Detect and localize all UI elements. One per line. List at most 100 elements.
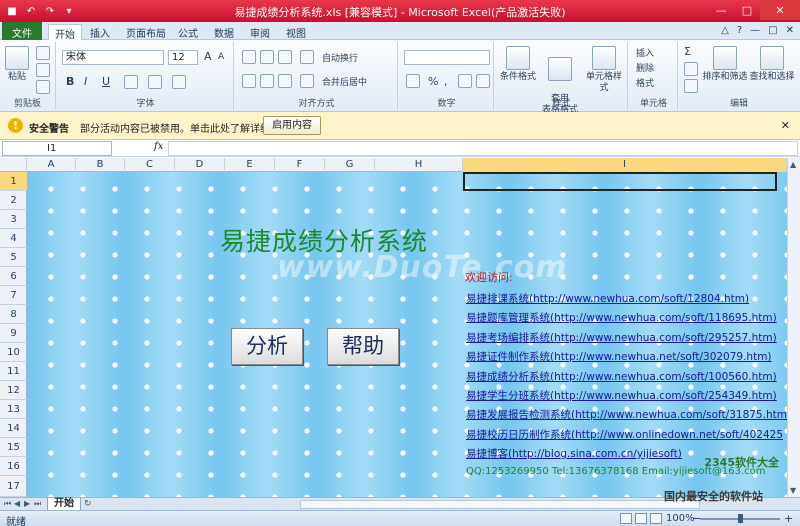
vertical-scrollbar[interactable]: ▲ ▼ (787, 158, 800, 497)
tab-insert[interactable]: 插入 (84, 24, 116, 40)
find-select-button[interactable]: 查找和选择 (748, 46, 796, 83)
column-header-selected[interactable]: I (463, 158, 787, 172)
borders-icon[interactable] (124, 75, 138, 89)
link-certificate[interactable]: 易捷证件制作系统(http://www.newhua.net/soft/3020… (466, 349, 772, 364)
tab-data[interactable]: 数据 (208, 24, 240, 40)
page-break-view-icon[interactable] (650, 513, 662, 524)
minimize-button[interactable]: — (708, 0, 734, 20)
row-header[interactable]: 13 (0, 400, 27, 419)
row-header[interactable]: 5 (0, 248, 27, 267)
column-header[interactable]: A (27, 158, 76, 172)
row-header[interactable]: 9 (0, 324, 27, 343)
tab-view[interactable]: 视图 (280, 24, 312, 40)
align-top-icon[interactable] (242, 50, 256, 64)
workbook-restore-icon[interactable]: □ (768, 25, 777, 36)
enable-content-button[interactable]: 启用内容 (263, 116, 321, 135)
align-bottom-icon[interactable] (278, 50, 292, 64)
row-header[interactable]: 14 (0, 419, 27, 438)
row-header[interactable]: 2 (0, 191, 27, 210)
link-blog[interactable]: 易捷博客(http://blog.sina.com.cn/yijiesoft) (466, 446, 682, 461)
column-header[interactable]: C (125, 158, 175, 172)
paste-button[interactable]: 粘贴 (2, 46, 32, 83)
close-warning-icon[interactable]: ✕ (781, 119, 790, 132)
insert-function-icon[interactable]: fx (154, 141, 163, 152)
currency-icon[interactable] (406, 74, 420, 88)
row-header[interactable]: 16 (0, 457, 27, 476)
cell-styles-button[interactable]: 单元格样式 (582, 46, 626, 94)
page-layout-view-icon[interactable] (635, 513, 647, 524)
insert-cells-button[interactable]: 插入 (636, 46, 654, 59)
row-header[interactable]: 7 (0, 286, 27, 305)
align-center-icon[interactable] (260, 74, 274, 88)
prev-sheet-icon[interactable]: ◀ (14, 499, 20, 508)
align-right-icon[interactable] (278, 74, 292, 88)
selected-cell-i1[interactable] (463, 172, 777, 191)
tab-home[interactable]: 开始 (48, 24, 82, 41)
percent-button[interactable]: % (428, 75, 438, 88)
row-header[interactable]: 17 (0, 476, 27, 497)
workbook-minimize-icon[interactable]: — (750, 25, 760, 36)
row-header[interactable]: 12 (0, 381, 27, 400)
format-painter-icon[interactable] (36, 80, 50, 94)
last-sheet-icon[interactable]: ⏭ (34, 499, 41, 509)
maximize-button[interactable]: □ (734, 0, 760, 20)
bold-button[interactable]: B (66, 75, 74, 88)
autosum-icon[interactable]: Σ (684, 45, 691, 58)
insert-sheet-icon[interactable]: ↻ (84, 499, 92, 509)
row-header[interactable]: 6 (0, 267, 27, 286)
column-header[interactable]: D (175, 158, 225, 172)
analyze-button[interactable]: 分析 (231, 328, 303, 365)
name-box[interactable]: I1 (2, 141, 112, 156)
next-sheet-icon[interactable]: ▶ (24, 499, 30, 508)
formula-input[interactable] (168, 141, 798, 156)
italic-button[interactable]: I (84, 75, 87, 88)
help-button[interactable]: 帮助 (327, 328, 399, 365)
row-header-selected[interactable]: 1 (0, 172, 27, 191)
increase-decimal-icon[interactable] (458, 74, 472, 88)
workbook-close-icon[interactable]: ✕ (786, 25, 794, 36)
grow-font-icon[interactable]: A (204, 50, 212, 63)
row-header[interactable]: 10 (0, 343, 27, 362)
decrease-decimal-icon[interactable] (476, 74, 490, 88)
zoom-in-icon[interactable]: + (784, 512, 793, 525)
row-header[interactable]: 15 (0, 438, 27, 457)
link-question-bank[interactable]: 易捷题库管理系统(http://www.newhua.com/soft/1186… (466, 310, 777, 325)
sort-filter-button[interactable]: 排序和筛选 (702, 46, 748, 83)
normal-view-icon[interactable] (620, 513, 632, 524)
conditional-format-button[interactable]: 条件格式 (498, 46, 538, 83)
scroll-up-icon[interactable]: ▲ (790, 160, 796, 169)
tab-file[interactable]: 文件 (2, 22, 42, 40)
link-exam-room[interactable]: 易捷考场编排系统(http://www.newhua.com/soft/2952… (466, 330, 777, 345)
worksheet-area[interactable]: www.DuoTe.com 易捷成绩分析系统 分析 帮助 欢迎访问: 易捷排课系… (27, 172, 787, 497)
zoom-level[interactable]: 100% (666, 513, 695, 524)
delete-cells-button[interactable]: 删除 (636, 61, 654, 74)
merge-center-button[interactable]: 合并后居中 (322, 75, 367, 88)
horizontal-scrollbar[interactable] (300, 500, 700, 509)
align-left-icon[interactable] (242, 74, 256, 88)
fill-icon[interactable] (684, 62, 698, 76)
shrink-font-icon[interactable]: A (218, 52, 224, 62)
row-header[interactable]: 3 (0, 210, 27, 229)
row-header[interactable]: 8 (0, 305, 27, 324)
indent-icon[interactable] (300, 74, 314, 88)
column-header[interactable]: G (325, 158, 375, 172)
column-header[interactable]: B (76, 158, 125, 172)
link-school-calendar[interactable]: 易捷校历日历制作系统(http://www.onlinedown.net/sof… (466, 427, 783, 442)
link-class-division[interactable]: 易捷学生分班系统(http://www.newhua.com/soft/2543… (466, 388, 777, 403)
wrap-text-button[interactable]: 自动换行 (322, 51, 358, 64)
font-size-combo[interactable]: 12 (168, 50, 198, 65)
font-color-icon[interactable] (172, 75, 186, 89)
tab-formulas[interactable]: 公式 (172, 24, 204, 40)
help-icon[interactable]: ? (737, 25, 742, 36)
number-format-combo[interactable] (404, 50, 490, 65)
select-all-corner[interactable] (0, 158, 27, 172)
comma-button[interactable]: , (444, 75, 448, 88)
scroll-down-icon[interactable]: ▼ (790, 486, 796, 495)
clear-icon[interactable] (684, 79, 698, 93)
tab-page-layout[interactable]: 页面布局 (120, 24, 172, 40)
column-header[interactable]: E (225, 158, 275, 172)
link-grade-analysis[interactable]: 易捷成绩分析系统(http://www.newhua.com/soft/1005… (466, 369, 777, 384)
orientation-icon[interactable] (300, 50, 314, 64)
link-development-report[interactable]: 易捷发展报告检测系统(http://www.newhua.com/soft/31… (466, 407, 787, 422)
close-button[interactable]: ✕ (760, 0, 800, 20)
